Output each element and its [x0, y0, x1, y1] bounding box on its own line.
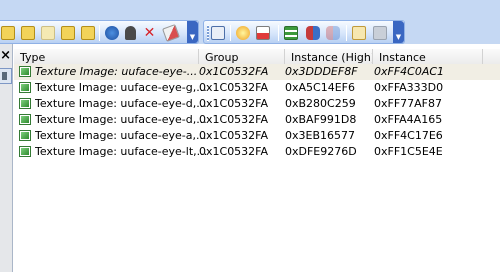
notes-button[interactable]	[0, 24, 16, 41]
document-icon	[351, 25, 366, 40]
red-flag-icon	[255, 25, 270, 40]
notes-button[interactable]	[79, 24, 96, 41]
texture-image-icon	[19, 130, 31, 141]
toolbar-separator	[99, 25, 100, 41]
texture-image-icon	[19, 66, 31, 77]
texture-image-icon	[19, 114, 31, 125]
cell-type: Texture Image: uuface-eye-d,...	[35, 113, 207, 126]
cell-type: Texture Image: uuface-eye-g,...	[35, 81, 207, 94]
texture-image-icon	[19, 82, 31, 93]
cell-type: Texture Image: uuface-eye-...	[35, 65, 198, 78]
cell-group: 0x1C0532FA	[199, 65, 269, 78]
cell-type: Texture Image: uuface-eye-lt,...	[35, 145, 207, 158]
notes-faded-icon	[40, 25, 55, 40]
star-button[interactable]	[234, 24, 251, 41]
notes-button[interactable]	[19, 24, 36, 41]
list-row[interactable]: Texture Image: uuface-eye-lt,... 0x1C053…	[14, 144, 500, 160]
toolbar-group-view: ▼	[203, 20, 405, 44]
cell-instance: 0xFF4C0AC1	[374, 65, 445, 78]
users-faded-icon	[325, 25, 340, 40]
toolbar-separator	[278, 25, 279, 41]
cell-type: Texture Image: uuface-eye-a,...	[35, 129, 207, 142]
list-row[interactable]: Texture Image: uuface-eye-d,... 0x1C0532…	[14, 112, 500, 128]
cell-instance: 0xFF1C5E4E	[374, 145, 443, 158]
list-row-selected[interactable]: Texture Image: uuface-eye-... 0x1C0532FA…	[14, 64, 500, 80]
list-row[interactable]: Texture Image: uuface-eye-d,... 0x1C0532…	[14, 96, 500, 112]
notes-button[interactable]	[39, 24, 56, 41]
cell-instance-high: 0xA5C14EF6	[285, 81, 355, 94]
notes-button[interactable]	[59, 24, 76, 41]
delete-button[interactable]: ✕	[141, 24, 158, 41]
notes-icon	[20, 25, 35, 40]
texture-image-icon	[19, 146, 31, 157]
cell-instance-high: 0x3EB16577	[285, 129, 355, 142]
left-pane-item[interactable]	[0, 68, 12, 84]
cell-type: Texture Image: uuface-eye-d,...	[35, 97, 207, 110]
cell-group: 0x1C0532FA	[199, 97, 269, 110]
notes-icon	[60, 25, 75, 40]
notes-icon	[80, 25, 95, 40]
list-row[interactable]: Texture Image: uuface-eye-a,... 0x1C0532…	[14, 128, 500, 144]
cell-instance: 0xFF4C17E6	[374, 129, 443, 142]
gray-box-button[interactable]	[371, 24, 388, 41]
tree-button[interactable]	[282, 24, 299, 41]
toolbar-separator	[230, 25, 231, 41]
cell-instance: 0xFFA4A165	[374, 113, 443, 126]
cell-instance-high: 0xB280C259	[285, 97, 356, 110]
cell-group: 0x1C0532FA	[199, 145, 269, 158]
toolbar-overflow-chevron[interactable]: ▼	[187, 21, 198, 43]
document-button[interactable]	[350, 24, 367, 41]
cell-group: 0x1C0532FA	[199, 81, 269, 94]
users-button-disabled[interactable]	[324, 24, 341, 41]
cell-instance-high: 0xBAF991D8	[285, 113, 357, 126]
refresh-icon	[104, 25, 119, 40]
tree-icon	[283, 25, 298, 40]
close-icon[interactable]: ×	[0, 49, 11, 63]
toolbar-overflow-chevron[interactable]: ▼	[393, 21, 404, 43]
users-button[interactable]	[304, 24, 321, 41]
eraser-button[interactable]	[161, 23, 180, 42]
toolbar-group-edit: ✕ ▼	[0, 20, 199, 44]
lock-button[interactable]	[122, 24, 139, 41]
refresh-button[interactable]	[103, 24, 120, 41]
cell-instance-high: 0xDFE9276D	[285, 145, 357, 158]
toolbar: ✕ ▼ ▼	[0, 0, 500, 44]
star-icon	[235, 25, 250, 40]
texture-image-icon	[19, 98, 31, 109]
left-pane: ×	[0, 44, 13, 272]
eraser-icon	[161, 23, 180, 42]
screen-icon	[210, 25, 225, 40]
list-row[interactable]: Texture Image: uuface-eye-g,... 0x1C0532…	[14, 80, 500, 96]
cell-group: 0x1C0532FA	[199, 113, 269, 126]
notes-icon	[0, 25, 15, 40]
users-icon	[305, 25, 320, 40]
delete-icon: ✕	[143, 24, 156, 41]
toolbar-separator	[346, 25, 347, 41]
resource-list: Type Group Instance (High) Instance Text…	[14, 44, 500, 272]
lock-icon	[125, 25, 136, 40]
gray-box-icon	[372, 25, 387, 40]
cell-instance-high: 0x3DDDEF8F	[285, 65, 358, 78]
cell-instance: 0xFFA333D0	[374, 81, 444, 94]
cell-group: 0x1C0532FA	[199, 129, 269, 142]
cell-instance: 0xFF77AF87	[374, 97, 443, 110]
screen-button[interactable]	[209, 24, 226, 41]
red-flag-button[interactable]	[254, 24, 271, 41]
item-icon	[2, 72, 7, 80]
